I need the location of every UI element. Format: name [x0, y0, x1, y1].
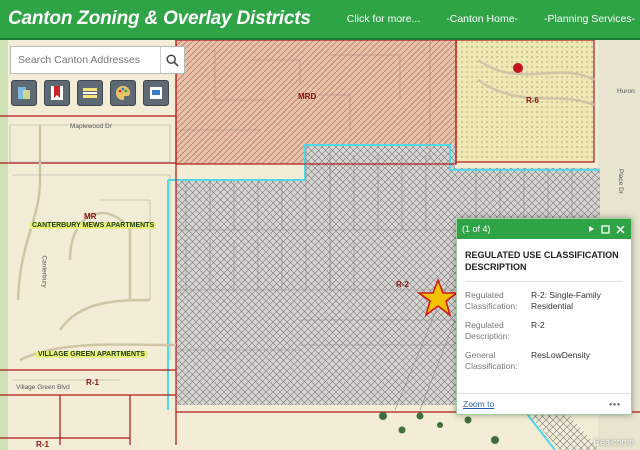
attribute-label: Regulated Description: [465, 320, 510, 341]
zone-label-mrd: MRD [298, 92, 317, 101]
popup-header: (1 of 4) [457, 219, 631, 239]
place-label-canterbury-mews: CANTERBURY MEWS APARTMENTS [30, 222, 157, 229]
bookmark-button[interactable] [44, 80, 70, 106]
app-title: Canton Zoning & Overlay Districts [8, 8, 311, 29]
realcomp-watermark: Realcomp [593, 437, 634, 447]
attribute-value: R-2: Single-Family Residential [531, 290, 601, 311]
popup-footer: Zoom to ••• [457, 393, 631, 414]
header-nav: Click for more... -Canton Home- -Plannin… [347, 13, 640, 25]
close-icon[interactable] [616, 224, 625, 234]
zone-label-r1: R-1 [86, 378, 99, 387]
palette-icon [116, 86, 130, 100]
print-icon [150, 87, 162, 99]
attribute-row: Regulated Description: R-2 [465, 320, 623, 342]
search-input[interactable] [11, 47, 160, 73]
nav-canton-home[interactable]: -Canton Home- [446, 13, 518, 25]
zone-label-r2: R-2 [396, 280, 409, 289]
nav-click-for-more[interactable]: Click for more... [347, 13, 421, 25]
attribute-row: General Classification: ResLowDensity [465, 350, 623, 372]
popup-title: REGULATED USE CLASSIFICATION DESCRIPTION [465, 250, 619, 272]
zone-label-r6: R-6 [526, 96, 539, 105]
zone-label-r1-south: R-1 [36, 440, 49, 449]
street-label-huron: Huron [617, 88, 635, 95]
nav-planning-services[interactable]: -Planning Services- [544, 13, 635, 25]
basemap-button[interactable] [77, 80, 103, 106]
layers-icon [18, 87, 30, 99]
attribute-value: ResLowDensity [531, 350, 591, 360]
app-header: Canton Zoning & Overlay Districts Click … [0, 0, 640, 40]
popup-counter: (1 of 4) [462, 224, 491, 234]
more-actions-button[interactable]: ••• [609, 399, 621, 409]
popup-divider [465, 281, 623, 282]
street-label-maplewood: Maplewood Dr [70, 123, 112, 130]
attribute-label: Regulated Classification: [465, 290, 518, 311]
layers-button[interactable] [11, 80, 37, 106]
attribute-value: R-2 [531, 320, 545, 330]
symbology-button[interactable] [110, 80, 136, 106]
bookmark-icon [51, 86, 63, 100]
maximize-icon[interactable] [601, 224, 610, 234]
map-toolbar [11, 80, 169, 106]
print-button[interactable] [143, 80, 169, 106]
street-label-place-dr: Place Dr [616, 169, 624, 194]
search-icon [166, 53, 179, 67]
attribute-row: Regulated Classification: R-2: Single-Fa… [465, 290, 623, 312]
feature-popup: (1 of 4) REGULATED USE CLASSIFICATION DE… [456, 218, 632, 415]
search-button[interactable] [160, 47, 184, 73]
place-label-village-green: VILLAGE GREEN APARTMENTS [36, 351, 147, 358]
street-label-canterbury: Canterbury [40, 255, 48, 288]
street-label-village-green: Village Green Blvd [16, 384, 70, 391]
address-search [10, 46, 185, 74]
attribute-label: General Classification: [465, 350, 518, 371]
zone-label-mr: MR [84, 212, 97, 221]
zoom-to-link[interactable]: Zoom to [463, 399, 494, 409]
basemap-icon [83, 88, 97, 98]
next-feature-icon[interactable] [587, 225, 595, 233]
